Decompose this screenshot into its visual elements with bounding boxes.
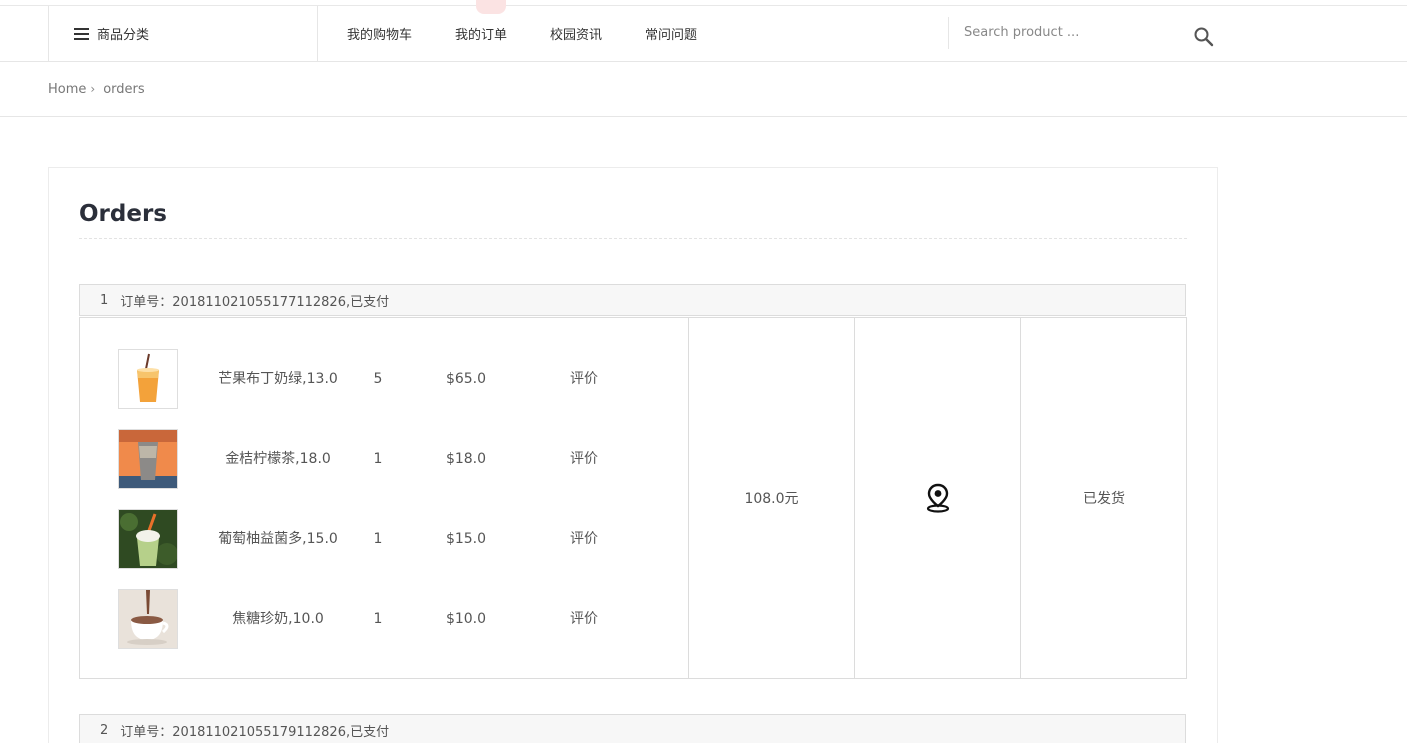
review-link[interactable]: 评价 [554, 509, 614, 569]
order-header: 2 订单号：20181102105517911282​6,已支付 [79, 714, 1186, 743]
item-name: 葡萄柚益菌多,15.0 [218, 531, 338, 547]
breadcrumb-home-link[interactable]: Home [48, 82, 86, 97]
breadcrumb-current: orders [103, 81, 145, 97]
lemon-tea-image[interactable] [118, 429, 178, 489]
order-item: 芒果布丁奶绿,13.0 5 $65.0 评价 [80, 349, 689, 409]
order-item: 金桔柠檬茶,18.0 1 $18.0 评价 [80, 429, 689, 489]
nav-link-orders[interactable]: 我的订单 [455, 24, 507, 43]
item-name: 焦糖珍奶,10.0 [232, 611, 324, 627]
map-pin-icon[interactable] [925, 483, 951, 513]
title-divider [79, 238, 1187, 239]
item-quantity: 1 [373, 531, 383, 547]
order-location-cell [855, 318, 1021, 678]
hot-milk-tea-image[interactable] [118, 589, 178, 649]
breadcrumb: Home › orders [0, 62, 1407, 117]
page-title: Orders [79, 201, 167, 227]
iced-drink-image[interactable] [118, 349, 178, 409]
breadcrumb-separator: › [90, 82, 96, 96]
item-price: $65.0 [445, 371, 487, 387]
item-quantity: 5 [373, 371, 383, 387]
review-link[interactable]: 评价 [554, 429, 614, 489]
green-drink-image[interactable] [118, 509, 178, 569]
item-name: 金桔柠檬茶,18.0 [225, 451, 331, 467]
hamburger-icon [74, 27, 89, 40]
order-number-status: 订单号：20181102105517911282​6,已支付 [120, 724, 390, 740]
order-header: 1 订单号：2018110210551771128​26,已支付 [79, 284, 1186, 316]
nav-link-faq[interactable]: 常问问题 [645, 24, 697, 43]
review-link[interactable]: 评价 [554, 349, 614, 409]
review-link[interactable]: 评价 [554, 589, 614, 649]
order-item: 焦糖珍奶,10.0 1 $10.0 评价 [80, 589, 689, 649]
order-item: 葡萄柚益菌多,15.0 1 $15.0 评价 [80, 509, 689, 569]
search-icon[interactable] [1193, 26, 1215, 48]
order-body: 芒果布丁奶绿,13.0 5 $65.0 评价 金桔柠檬茶,18.0 1 $18.… [79, 317, 1187, 679]
item-price: $18.0 [445, 451, 487, 467]
order-status: 已发货 [1083, 491, 1125, 507]
order-index: 2 [100, 722, 109, 738]
item-name: 芒果布丁奶绿,13.0 [218, 371, 338, 387]
category-menu-label: 商品分类 [97, 28, 150, 43]
search-input[interactable] [964, 19, 1174, 45]
orders-card: Orders 1 订单号：2018110210551771128​26,已支付 … [48, 167, 1218, 743]
item-price: $15.0 [445, 531, 487, 547]
item-price: $10.0 [445, 611, 487, 627]
order-items: 芒果布丁奶绿,13.0 5 $65.0 评价 金桔柠檬茶,18.0 1 $18.… [80, 318, 689, 678]
nav-links: 我的购物车 我的订单 校园资讯 常问问题 [347, 6, 740, 61]
order-total: 108.0元 [689, 318, 855, 678]
order-number-status: 订单号：2018110210551771128​26,已支付 [120, 294, 390, 310]
item-quantity: 1 [373, 611, 383, 627]
item-quantity: 1 [373, 451, 383, 467]
category-menu-button[interactable]: 商品分类 [48, 6, 318, 61]
nav-link-cart[interactable]: 我的购物车 [347, 24, 412, 43]
search-box [948, 17, 1218, 49]
top-navbar: 商品分类 我的购物车 我的订单 校园资讯 常问问题 [0, 6, 1407, 62]
nav-link-campus-news[interactable]: 校园资讯 [550, 24, 602, 43]
order-index: 1 [100, 292, 109, 308]
